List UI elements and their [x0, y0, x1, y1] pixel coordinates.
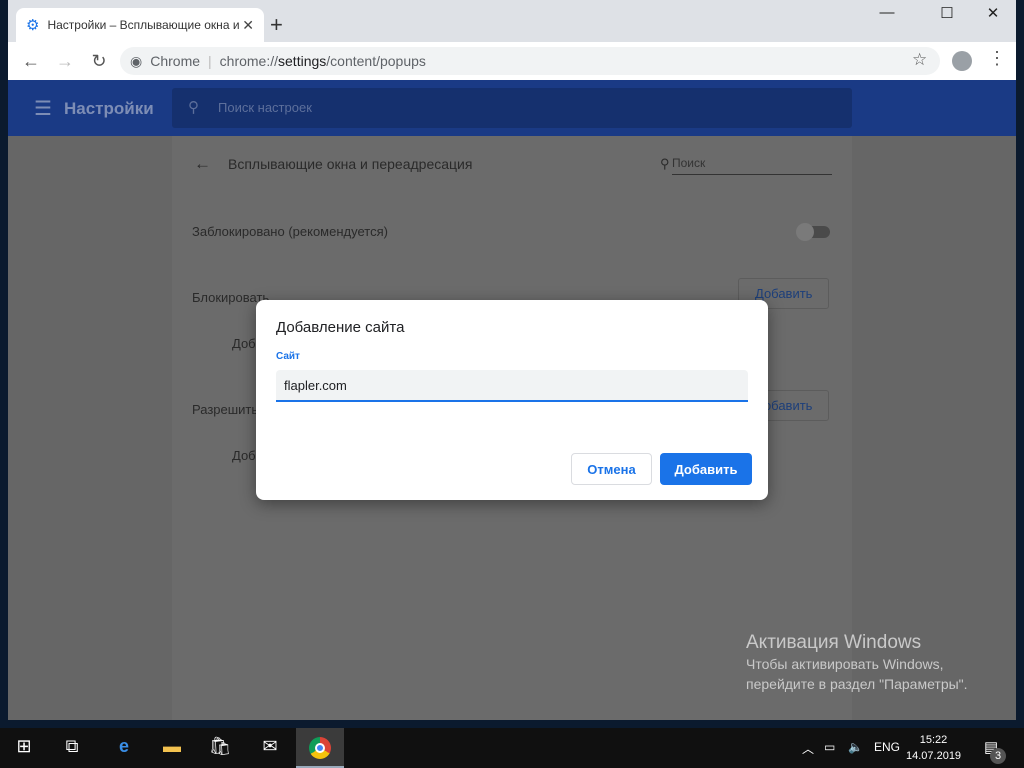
activation-watermark: Активация Windows Чтобы активировать Win…	[746, 632, 968, 694]
allow-empty-text: Доб	[232, 448, 256, 463]
language-indicator[interactable]: ENG	[874, 740, 900, 754]
url-prefix: chrome://	[219, 53, 279, 69]
close-tab-icon[interactable]: ✕	[242, 17, 254, 34]
task-view-icon[interactable]: ⧉	[48, 736, 96, 757]
windows-start-icon[interactable]: ⊞	[0, 736, 48, 757]
tab-title: Настройки – Всплывающие окна и переадрес…	[47, 18, 242, 32]
tray-chevron-icon[interactable]: ︿	[802, 740, 814, 757]
url-host: settings	[278, 53, 327, 69]
edge-icon[interactable]: e	[100, 736, 148, 757]
watermark-line1: Чтобы активировать Windows,	[746, 656, 944, 672]
page-search-input[interactable]: Поиск	[672, 156, 832, 175]
forward-button[interactable]: →	[48, 51, 82, 72]
url-path: /content/popups	[326, 53, 426, 69]
chrome-icon: ◉	[130, 52, 143, 69]
dialog-title: Добавление сайта	[276, 319, 405, 336]
back-button[interactable]: ←	[14, 51, 48, 72]
file-explorer-icon[interactable]: ▬	[148, 736, 196, 757]
settings-search-input[interactable]: ⚲ Поиск настроек	[172, 88, 852, 128]
chrome-taskbar-icon[interactable]	[296, 728, 344, 768]
settings-title: Настройки	[64, 99, 154, 118]
notification-count-badge: 3	[990, 748, 1006, 764]
time: 15:22	[919, 734, 948, 746]
page-title: Всплывающие окна и переадресация	[228, 156, 473, 172]
site-field-label: Сайт	[276, 351, 300, 362]
reload-button[interactable]: ↻	[82, 51, 116, 72]
search-icon: ⚲	[188, 99, 199, 116]
toolbar: ← → ↻ ◉ Chrome | chrome://settings/conte…	[8, 42, 1016, 80]
block-empty-text: Доб	[232, 336, 256, 351]
gear-icon: ⚙	[26, 17, 40, 34]
search-icon: ⚲	[660, 156, 670, 171]
date: 14.07.2019	[906, 750, 962, 762]
new-tab-button[interactable]: +	[270, 12, 283, 38]
back-arrow-icon[interactable]: ←	[194, 154, 211, 174]
cancel-button[interactable]: Отмена	[571, 453, 652, 485]
taskbar: ⊞ ⧉ e ▬ 🛍 ✉ ︿ ▭ 🔈 ENG 15:22 14.07.2019 ▤…	[0, 728, 1024, 768]
menu-icon[interactable]: ⋮	[988, 48, 1006, 69]
site-input[interactable]	[276, 370, 748, 402]
close-window-button[interactable]: ✕	[970, 4, 1016, 22]
volume-icon[interactable]: 🔈	[848, 740, 863, 754]
watermark-line2: перейдите в раздел "Параметры".	[746, 676, 968, 692]
store-icon[interactable]: 🛍	[196, 736, 244, 757]
search-placeholder: Поиск настроек	[218, 100, 312, 115]
omnibox[interactable]: ◉ Chrome | chrome://settings/content/pop…	[120, 47, 940, 75]
settings-header: ☰ Настройки ⚲ Поиск настроек	[8, 80, 1016, 136]
profile-avatar[interactable]	[952, 51, 972, 71]
tab-settings[interactable]: ⚙ Настройки – Всплывающие окна и переадр…	[16, 8, 264, 42]
maximize-button[interactable]: ☐	[924, 4, 970, 22]
tab-strip: ⚙ Настройки – Всплывающие окна и переадр…	[8, 0, 1016, 42]
minimize-button[interactable]: —	[864, 4, 910, 21]
origin-label: Chrome	[150, 53, 201, 69]
blocked-toggle[interactable]	[796, 223, 830, 241]
blocked-label: Заблокировано (рекомендуется)	[192, 224, 388, 239]
hamburger-icon[interactable]: ☰	[34, 96, 52, 121]
watermark-title: Активация Windows	[746, 632, 922, 653]
allow-section-title: Разрешить	[192, 402, 259, 417]
add-button[interactable]: Добавить	[660, 453, 752, 485]
clock[interactable]: 15:22 14.07.2019	[906, 732, 961, 764]
battery-icon[interactable]: ▭	[824, 740, 835, 754]
bookmark-star-icon[interactable]: ☆	[912, 50, 927, 70]
divider: |	[208, 53, 212, 69]
add-site-dialog: Добавление сайта Сайт Отмена Добавить	[256, 300, 768, 500]
mail-icon[interactable]: ✉	[246, 736, 294, 757]
